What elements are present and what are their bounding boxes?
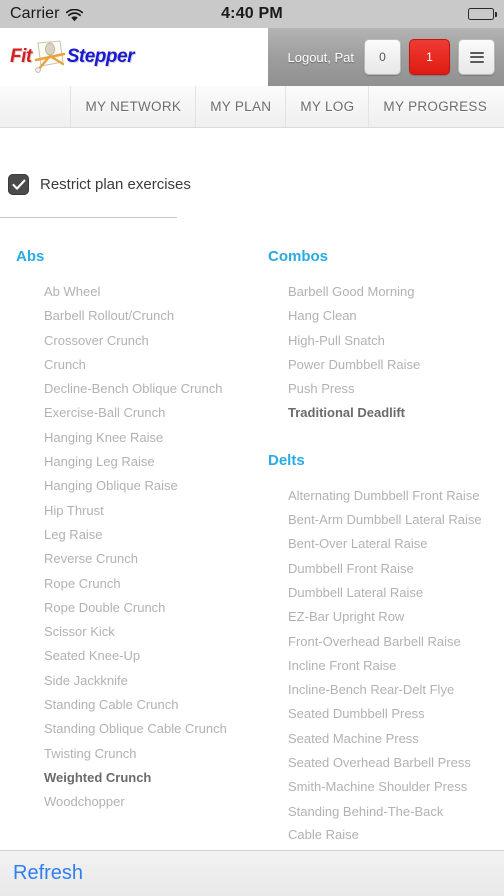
exercise-list-item[interactable]: Standing Cable Crunch [0, 693, 252, 717]
group-heading-combos: Combos [268, 248, 328, 265]
exercise-list-item[interactable]: Smith-Machine Shoulder Press [252, 775, 504, 799]
exercise-browser: Restrict plan exercises Abs Ab Wheel Barb… [0, 128, 504, 850]
exercise-list-item[interactable]: Side Jackknife [0, 669, 252, 693]
exercise-list-item[interactable]: Weighted Crunch [0, 766, 252, 790]
ios-status-bar: Carrier 4:40 PM [0, 0, 504, 28]
exercise-list-item[interactable]: Woodchopper [0, 790, 252, 814]
nav-item-my-plan[interactable]: MY PLAN [195, 86, 285, 127]
exercise-list-item[interactable]: Ab Wheel [0, 280, 252, 304]
app-header: Fit Stepper Logout, Pat 0 1 [0, 28, 504, 86]
restrict-plan-row[interactable]: Restrict plan exercises [0, 128, 504, 195]
exercise-list-item[interactable]: High-Pull Snatch [252, 329, 504, 353]
exercise-list-item[interactable]: Rope Crunch [0, 572, 252, 596]
exercise-list-item[interactable]: Decline-Bench Oblique Crunch [0, 377, 252, 401]
exercise-list-item[interactable]: Crunch [0, 353, 252, 377]
exercise-list-item[interactable]: Twisting Crunch [0, 742, 252, 766]
exercise-list-item[interactable]: Scissor Kick [0, 620, 252, 644]
column-left: Abs Ab Wheel Barbell Rollout/Crunch Crosso… [0, 248, 252, 846]
exercise-list-item[interactable]: Traditional Deadlift [252, 401, 504, 425]
exercise-list-item[interactable]: Bent-Over Lateral Raise [252, 532, 504, 556]
main-navigation: MY NETWORK MY PLAN MY LOG MY PROGRESS [0, 86, 504, 128]
exercise-list-item[interactable]: Seated Dumbbell Press [252, 702, 504, 726]
exercise-list-item[interactable]: Barbell Good Morning [252, 280, 504, 304]
battery-full-icon [468, 8, 497, 20]
exercise-list-abs: Ab Wheel Barbell Rollout/Crunch Crossover … [0, 280, 252, 815]
exercise-list-item[interactable]: Barbell Rollout/Crunch [0, 304, 252, 328]
restrict-plan-checkbox[interactable] [8, 174, 29, 195]
exercise-list-item[interactable]: Incline-Bench Rear-Delt Flye [252, 678, 504, 702]
exercise-list-item[interactable]: Alternating Dumbbell Front Raise [252, 484, 504, 508]
exercise-list-item[interactable]: Standing Oblique Cable Crunch [0, 717, 252, 741]
exercise-list-item[interactable]: Incline Front Raise [252, 654, 504, 678]
exercise-list-item[interactable]: Exercise-Ball Crunch [0, 401, 252, 425]
exercise-list-item[interactable]: Seated Overhead Barbell Press [252, 751, 504, 775]
exercise-list-item[interactable]: Hanging Oblique Raise [0, 474, 252, 498]
exercise-list-item[interactable]: EZ-Bar Upright Row [252, 605, 504, 629]
count-button[interactable]: 0 [364, 39, 401, 75]
exercise-list-item[interactable]: Standing Behind-The-Back Cable Raise [252, 800, 504, 846]
exercise-list-item[interactable]: Dumbbell Front Raise [252, 557, 504, 581]
exercise-list-item[interactable]: Seated Knee-Up [0, 644, 252, 668]
logout-label[interactable]: Logout, Pat [288, 50, 355, 65]
exercise-list-item[interactable]: Crossover Crunch [0, 329, 252, 353]
nav-item-my-progress[interactable]: MY PROGRESS [368, 86, 504, 127]
column-right: Combos Barbell Good Morning Hang Clean Hig… [252, 248, 504, 846]
exercise-list-item[interactable]: Hanging Leg Raise [0, 450, 252, 474]
group-heading-delts: Delts [268, 451, 305, 469]
exercise-columns: Abs Ab Wheel Barbell Rollout/Crunch Crosso… [0, 248, 504, 846]
exercise-list-item[interactable]: Front-Overhead Barbell Raise [252, 630, 504, 654]
nav-item-my-network[interactable]: MY NETWORK [70, 86, 195, 127]
menu-button[interactable] [458, 39, 495, 75]
exercise-list-item[interactable]: Reverse Crunch [0, 547, 252, 571]
exercise-list-item[interactable]: Power Dumbbell Raise [252, 353, 504, 377]
hamburger-menu-icon [469, 51, 484, 63]
logo-text-stepper: Stepper [66, 46, 135, 67]
brand-zone: Fit Stepper [0, 28, 268, 86]
status-bar-clock: 4:40 PM [221, 5, 283, 22]
exercise-list-combos: Barbell Good Morning Hang Clean High-Pull … [252, 280, 504, 426]
section-divider [0, 217, 177, 218]
exercise-list-item[interactable]: Rope Double Crunch [0, 596, 252, 620]
stepper-machine-icon [30, 40, 70, 74]
footer-toolbar: Refresh [0, 850, 504, 896]
exercise-list-delts: Alternating Dumbbell Front Raise Bent-Arm… [252, 484, 504, 846]
exercise-list-item[interactable]: Leg Raise [0, 523, 252, 547]
exercise-list-item[interactable]: Hip Thrust [0, 499, 252, 523]
app-logo[interactable]: Fit Stepper [10, 39, 134, 75]
nav-item-my-log[interactable]: MY LOG [285, 86, 368, 127]
account-zone: Logout, Pat 0 1 [268, 28, 504, 86]
exercise-list-item[interactable]: Hanging Knee Raise [0, 426, 252, 450]
refresh-button[interactable]: Refresh [13, 862, 83, 885]
alert-count-button[interactable]: 1 [409, 39, 450, 75]
checkmark-icon [11, 179, 25, 190]
exercise-list-item[interactable]: Seated Machine Press [252, 727, 504, 751]
group-heading-abs: Abs [16, 248, 45, 265]
status-bar-right [468, 8, 497, 20]
restrict-plan-label: Restrict plan exercises [40, 176, 191, 193]
logo-text-fit: Fit [10, 46, 32, 67]
exercise-list-item[interactable]: Hang Clean [252, 304, 504, 328]
exercise-list-item[interactable]: Push Press [252, 377, 504, 401]
exercise-list-item[interactable]: Bent-Arm Dumbbell Lateral Raise [252, 508, 504, 532]
exercise-list-item[interactable]: Dumbbell Lateral Raise [252, 581, 504, 605]
